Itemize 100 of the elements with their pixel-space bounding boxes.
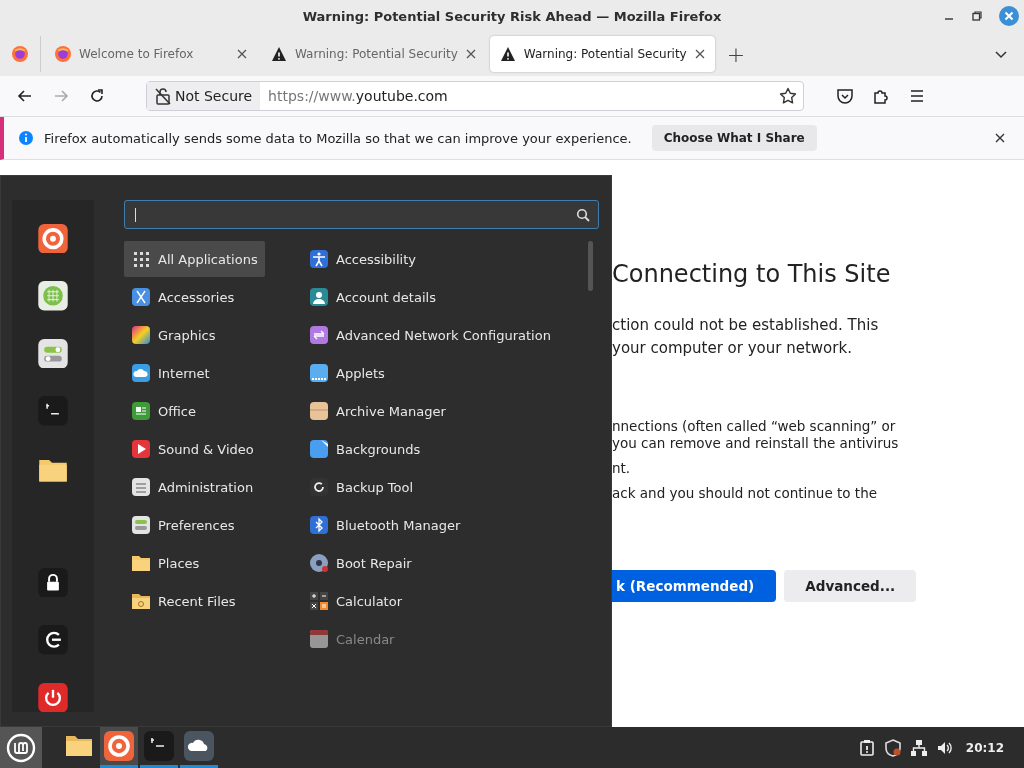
close-icon[interactable] (994, 132, 1006, 144)
toggle-switches-icon[interactable] (38, 338, 68, 369)
new-tab-button[interactable]: + (726, 41, 746, 67)
panel-icon (309, 363, 329, 383)
firefox-icon[interactable] (38, 224, 68, 254)
warning-icon (271, 46, 287, 62)
star-icon[interactable] (779, 87, 797, 105)
close-icon[interactable] (237, 49, 247, 59)
puzzle-icon[interactable] (872, 87, 890, 105)
category-item[interactable]: Accessories (124, 279, 242, 315)
category-label: Internet (158, 365, 210, 381)
category-item[interactable]: Administration (124, 469, 261, 505)
category-label: Administration (158, 479, 254, 495)
cloud-icon (131, 363, 151, 383)
app-label: Backgrounds (336, 441, 421, 457)
maximize-icon[interactable] (971, 10, 983, 22)
category-label: All Applications (158, 251, 258, 267)
app-item[interactable]: Archive Manager (302, 393, 453, 429)
url-text: https://www.youtube.com (268, 88, 449, 104)
broken-lock-icon (155, 87, 171, 105)
search-icon (576, 207, 590, 222)
menu-icon[interactable] (908, 87, 926, 105)
warning-icon (499, 46, 516, 62)
app-item[interactable]: Backup Tool (302, 469, 421, 505)
person-icon (309, 287, 329, 307)
menu-button[interactable] (0, 727, 42, 768)
notification-text: Firefox automatically sends some data to Mozilla so that we can improve your experience. (44, 130, 632, 146)
browser-tab[interactable]: Warning: Potential Security (489, 36, 715, 72)
pocket-icon[interactable] (836, 87, 854, 105)
app-item[interactable]: Account details (302, 279, 443, 315)
accessibility-icon (309, 249, 329, 269)
power-icon[interactable] (38, 682, 68, 712)
folder-icon (131, 553, 151, 573)
category-label: Accessories (158, 289, 235, 305)
category-item[interactable]: Places (124, 545, 207, 581)
category-label: Sound & Video (158, 441, 254, 457)
category-label: Graphics (158, 327, 216, 343)
network-icon[interactable] (909, 738, 928, 757)
taskbar-app[interactable] (100, 727, 138, 768)
bluetooth-icon (309, 515, 329, 535)
category-label: Recent Files (158, 593, 236, 609)
app-item[interactable]: Accessibility (302, 241, 423, 277)
search-field[interactable] (124, 200, 599, 229)
folder-icon (131, 591, 151, 611)
grid-icon[interactable] (38, 281, 68, 311)
not-secure-badge[interactable]: Not Secure (147, 82, 261, 110)
app-item[interactable]: Advanced Network Configuration (302, 317, 558, 353)
firefox-icon (55, 46, 71, 62)
app-item[interactable]: Bluetooth Manager (302, 507, 468, 543)
app-label: Boot Repair (336, 555, 412, 571)
app-item[interactable]: Boot Repair (302, 545, 419, 581)
window-title: Warning: Potential Security Risk Ahead — Mozilla Firefox (302, 8, 722, 24)
paragraph-text: ction could not be established. This (612, 315, 880, 336)
category-label: Places (158, 555, 200, 571)
app-label: Accessibility (336, 251, 416, 267)
app-label: Account details (336, 289, 436, 305)
clipboard-icon[interactable] (857, 738, 876, 757)
network-icon (309, 325, 329, 345)
cloud-icon (184, 731, 214, 761)
document-icon (131, 401, 151, 421)
reload-icon[interactable] (88, 87, 106, 105)
category-item[interactable]: Office (124, 393, 203, 429)
tab-label: Welcome to Firefox (79, 47, 195, 61)
browser-tab[interactable]: Welcome to Firefox (45, 36, 257, 72)
scissors-icon (131, 287, 151, 307)
shield-icon[interactable] (883, 738, 902, 757)
address-bar[interactable]: Not Secure https://www.youtube.com (146, 81, 804, 111)
page-heading: Connecting to This Site (612, 260, 892, 288)
app-item[interactable]: Calculator (302, 583, 409, 619)
category-item[interactable]: Recent Files (124, 583, 243, 619)
close-icon[interactable] (694, 49, 705, 59)
category-item[interactable]: Preferences (124, 507, 242, 543)
app-label: Advanced Network Configuration (336, 327, 551, 343)
terminal-icon (144, 731, 174, 761)
app-label: Calculator (336, 593, 402, 609)
category-item[interactable]: Internet (124, 355, 217, 391)
browser-tab[interactable]: Warning: Potential Security (261, 36, 486, 72)
logout-icon[interactable] (38, 625, 68, 655)
category-item[interactable]: Graphics (124, 317, 223, 353)
lock-icon[interactable] (38, 567, 68, 598)
disc-icon (309, 553, 329, 573)
tab-label: Warning: Potential Security (523, 47, 687, 61)
scrollbar[interactable] (588, 241, 593, 291)
category-item[interactable]: All Applications (124, 241, 265, 277)
settings-icon (131, 477, 151, 497)
advanced-button[interactable]: Advanced... (784, 570, 917, 602)
paragraph-text: nnections (often called “web scanning” or (612, 418, 897, 435)
grid-icon (131, 249, 151, 269)
category-item[interactable]: Sound & Video (124, 431, 261, 467)
category-label: Office (158, 403, 196, 419)
app-item[interactable]: Backgrounds (302, 431, 428, 467)
clock[interactable]: 20:12 (965, 740, 1004, 755)
image-icon (309, 439, 329, 459)
choose-what-i-share-button[interactable]: Choose What I Share (651, 125, 817, 151)
close-icon[interactable] (465, 49, 476, 59)
app-item[interactable]: Calendar (302, 621, 402, 657)
terminal-icon[interactable] (38, 396, 68, 426)
app-item[interactable]: Applets (302, 355, 392, 391)
mint-logo-icon (6, 732, 36, 763)
app-label: Calendar (336, 631, 395, 647)
